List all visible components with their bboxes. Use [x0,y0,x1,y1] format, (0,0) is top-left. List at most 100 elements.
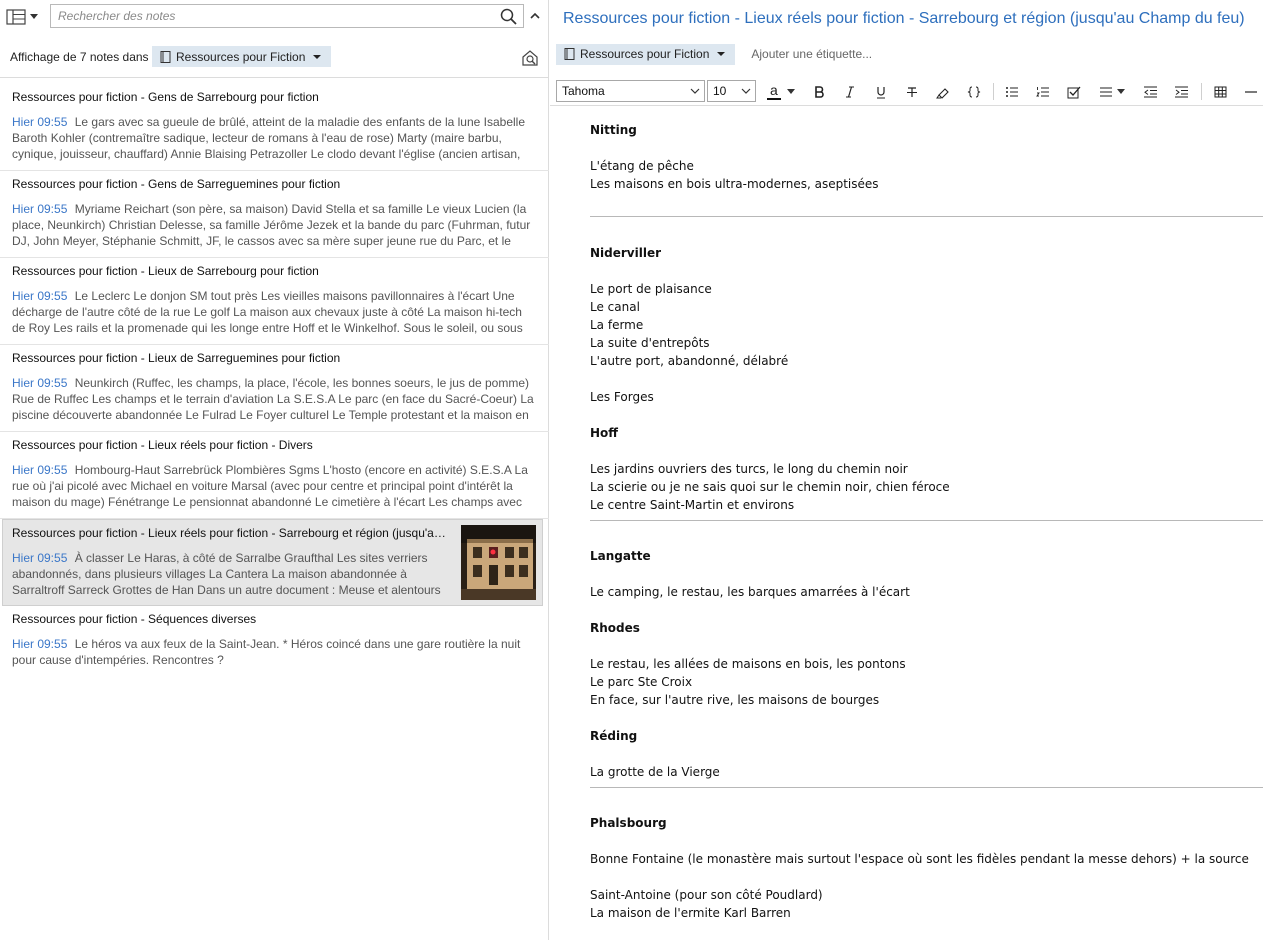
note-list-item[interactable]: Ressources pour fiction - Gens de Sarreg… [0,171,549,258]
section-title-rhodes: Rhodes [590,621,640,635]
body-line: Le parc Ste Croix [590,675,693,689]
search-input[interactable] [51,5,491,27]
note-item-title: Ressources pour fiction - Lieux réels po… [12,526,450,540]
note-item-title: Ressources pour fiction - Gens de Sarreb… [12,90,319,104]
note-item-snippet: Hier 09:55 Hombourg-Haut Sarrebrück Plom… [12,462,534,510]
caret-down-icon [313,54,322,59]
note-item-text: Neunkirch (Ruffec, les champs, la place,… [12,376,534,422]
insert-table-button[interactable] [1209,81,1231,103]
section-title-hoff: Hoff [590,426,619,440]
font-size-select[interactable]: 10 [707,80,756,102]
bullet-list-button[interactable] [1001,81,1023,103]
note-item-title: Ressources pour fiction - Séquences dive… [12,612,257,626]
note-title[interactable]: Ressources pour fiction - Lieux réels po… [563,10,1253,28]
code-button[interactable] [963,81,985,103]
note-list-item[interactable]: Ressources pour fiction - Lieux réels po… [0,432,549,519]
checkbox-icon [1067,86,1081,98]
note-item-title: Ressources pour fiction - Lieux de Sarre… [12,264,319,278]
note-item-text: À classer Le Haras, à côté de Sarralbe G… [12,551,441,597]
note-item-snippet: Hier 09:55 À classer Le Haras, à côté de… [12,550,452,598]
note-item-text: Le gars avec sa gueule de brûlé, atteint… [12,115,526,161]
italic-icon [846,86,854,98]
checklist-button[interactable] [1063,81,1085,103]
underline-button[interactable] [870,81,892,103]
note-list-item[interactable]: Ressources pour fiction - Séquences dive… [0,606,549,693]
search-icon[interactable] [500,8,517,25]
caret-down-icon [30,14,38,19]
horizontal-rule [590,787,1263,788]
text-color-button[interactable]: a [763,81,799,103]
body-line: Le centre Saint-Martin et environs [590,498,795,512]
caret-down-icon [717,52,726,56]
body-line: Le camping, le restau, les barques amarr… [590,585,910,599]
body-line: L'étang de pêche [590,159,694,173]
text-color-icon: a [767,82,783,102]
body-line: Les jardins ouvriers des turcs, le long … [590,462,908,476]
section-title-phalsbourg: Phalsbourg [590,816,667,830]
font-size-value: 10 [713,84,727,98]
note-meta-bar: Ressources pour Fiction Ajouter une étiq… [556,43,872,65]
note-item-date: Hier 09:55 [12,202,68,216]
body-line: La scierie ou je ne sais quoi sur le che… [590,480,950,494]
note-item-title: Ressources pour fiction - Lieux de Sarre… [12,351,341,365]
note-body-editor[interactable]: Nitting L'étang de pêche Les maisons en … [550,108,1263,940]
note-list-item-selected[interactable]: Ressources pour fiction - Lieux réels po… [2,519,543,606]
indent-icon [1174,86,1188,98]
note-list-item[interactable]: Ressources pour fiction - Gens de Sarreb… [0,84,549,171]
font-family-value: Tahoma [562,84,605,98]
horizontal-rule [590,520,1263,521]
strikethrough-icon [907,87,917,97]
outdent-button[interactable] [1139,81,1161,103]
note-item-snippet: Hier 09:55 Le héros va aux feux de la Sa… [12,636,534,684]
body-line: Le restau, les allées de maisons en bois… [590,657,906,671]
note-thumbnail-image [461,525,536,600]
font-family-select[interactable]: Tahoma [556,80,705,102]
numbered-list-button[interactable] [1032,81,1054,103]
indent-button[interactable] [1170,81,1192,103]
notebook-icon [564,48,575,60]
body-line: La maison de l'ermite Karl Barren [590,906,791,920]
note-notebook-chip[interactable]: Ressources pour Fiction [556,43,736,65]
notebook-filter-label: Ressources pour Fiction [176,49,306,64]
numbered-list-icon [1036,87,1049,97]
note-item-snippet: Hier 09:55 Le gars avec sa gueule de brû… [12,114,534,162]
horizontal-rule-button[interactable] [1240,81,1262,103]
note-item-snippet: Hier 09:55 Le Leclerc Le donjon SM tout … [12,288,534,336]
align-button[interactable] [1095,81,1129,103]
chevron-down-icon [690,88,700,94]
search-in-notebook-icon[interactable] [520,48,540,68]
note-item-date: Hier 09:55 [12,115,68,129]
body-line: Le port de plaisance [590,282,712,296]
section-title-niderviller: Niderviller [590,246,662,260]
strikethrough-button[interactable] [901,81,923,103]
view-options-button[interactable] [6,6,44,28]
body-line: Saint-Antoine (pour son côté Poudlard) [590,888,823,902]
note-list-item[interactable]: Ressources pour fiction - Lieux de Sarre… [0,345,549,432]
toolbar-divider [993,83,994,100]
list-view-icon [6,9,26,25]
section-title-nitting: Nitting [590,123,637,137]
body-line: L'autre port, abandonné, délabré [590,354,789,368]
body-line: La ferme [590,318,644,332]
horizontal-rule-icon [1245,91,1257,93]
notebook-filter-chip[interactable]: Ressources pour Fiction [152,46,332,67]
note-item-date: Hier 09:55 [12,376,68,390]
add-tag-input[interactable]: Ajouter une étiquette... [751,47,872,61]
note-list-item[interactable]: Ressources pour fiction - Lieux de Sarre… [0,258,549,345]
caret-down-icon [787,89,795,94]
note-item-snippet: Hier 09:55 Neunkirch (Ruffec, les champs… [12,375,534,423]
note-item-snippet: Hier 09:55 Myriame Reichart (son père, s… [12,201,534,249]
body-line: Les maisons en bois ultra-modernes, asep… [590,177,879,191]
text-color-glyph: a [770,82,778,98]
italic-button[interactable] [839,81,861,103]
bold-button[interactable] [808,81,830,103]
body-line: Le canal [590,300,640,314]
section-title-reding: Réding [590,729,638,743]
highlight-button[interactable] [932,81,954,103]
note-item-title: Ressources pour fiction - Lieux réels po… [12,438,313,452]
notes-count-label: Affichage de 7 notes dans [10,50,149,64]
note-item-title: Ressources pour fiction - Gens de Sarreg… [12,177,341,191]
note-list: Ressources pour fiction - Gens de Sarreb… [0,84,549,693]
chevron-up-icon[interactable] [528,10,542,22]
filter-bar: Affichage de 7 notes dans Ressources pou… [0,40,549,78]
